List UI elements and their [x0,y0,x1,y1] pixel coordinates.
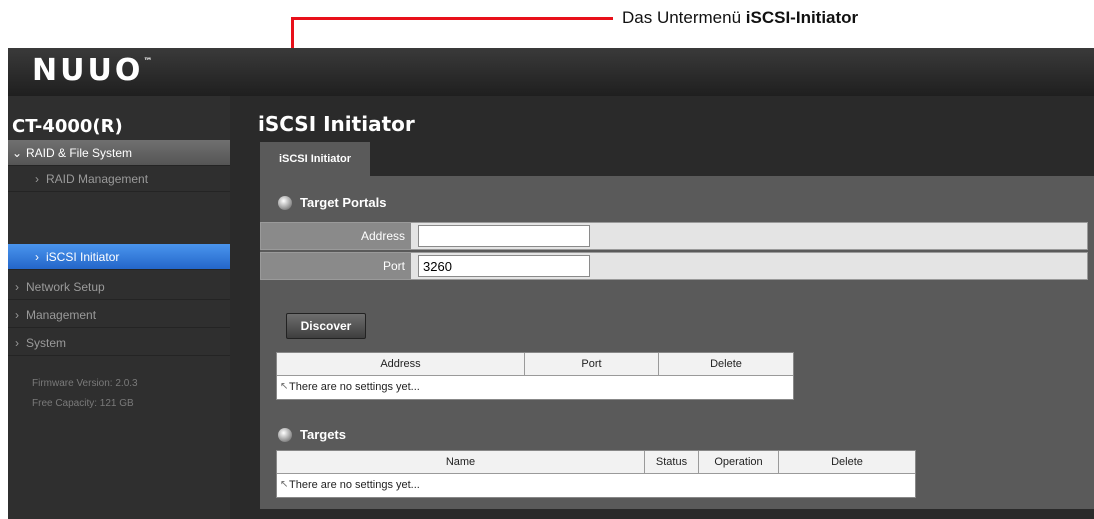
section-bullet-icon [278,427,292,442]
targets-heading-text: Targets [300,427,346,442]
col-status: Status [645,451,699,473]
address-label: Address [261,223,411,249]
logo-text: NUUO [32,53,144,88]
portals-empty-row: ↖ There are no settings yet... [277,376,420,398]
device-name: CT-4000(R) [12,116,123,137]
nas-admin-window: NUUO™ CT-4000(R) ⌄ RAID & File System › RA… [8,48,1094,519]
chevron-right-icon: › [15,308,19,322]
callout-text: Das Untermenü iSCSI-Initiator [622,8,858,28]
targets-table: Name Status Operation Delete ↖ There are … [276,450,916,498]
address-input[interactable] [418,225,590,247]
sidebar-item-system[interactable]: › System [8,330,230,356]
callout-emphasis: iSCSI-Initiator [745,8,859,27]
port-row: Port [260,252,1088,280]
free-capacity: Free Capacity: 121 GB [32,398,134,409]
col-delete: Delete [831,456,863,468]
sidebar-item-label: System [26,336,67,350]
chevron-right-icon: › [35,172,39,186]
sidebar-item-network-setup[interactable]: › Network Setup [8,274,230,300]
address-row: Address [260,222,1088,250]
col-name: Name [277,451,645,473]
sidebar-item-iscsi-initiator[interactable]: › iSCSI Initiator [8,244,230,270]
targets-empty-row: ↖ There are no settings yet... [277,474,420,496]
port-input[interactable] [418,255,590,277]
sidebar-item-label: Network Setup [26,280,105,294]
targets-table-header: Name Status Operation Delete [277,451,915,474]
chevron-right-icon: › [15,280,19,294]
sidebar: CT-4000(R) ⌄ RAID & File System › RAID Man… [8,96,230,519]
chevron-right-icon: › [15,336,19,350]
sidebar-item-label: iSCSI Initiator [46,250,120,264]
sidebar-item-raid-management[interactable]: › RAID Management [8,166,230,192]
callout-line-horizontal [291,17,613,20]
tab-panel: Target Portals Address Port Discover Add… [260,176,1094,509]
nuuo-logo: NUUO™ [32,53,152,88]
targets-heading: Targets [278,426,346,444]
empty-text: There are no settings yet... [289,381,420,393]
row-marker-icon: ↖ [280,381,289,392]
top-bar: NUUO™ [8,48,1094,96]
section-bullet-icon [278,195,292,210]
row-marker-icon: ↖ [280,479,289,490]
portals-table: Address Port Delete ↖ There are no settin… [276,352,794,400]
page-title: iSCSI Initiator [258,112,415,136]
sidebar-item-label: RAID Management [46,172,149,186]
portals-table-header: Address Port Delete [277,353,793,376]
empty-text: There are no settings yet... [289,479,420,491]
col-port: Port [525,353,659,375]
discover-button[interactable]: Discover [286,313,366,339]
target-portals-heading: Target Portals [278,194,386,212]
sidebar-item-management[interactable]: › Management [8,302,230,328]
col-operation: Operation [699,451,779,473]
col-address: Address [277,353,525,375]
port-label: Port [261,253,411,279]
col-delete: Delete [710,358,742,370]
sidebar-item-raid-file-system[interactable]: ⌄ RAID & File System [8,140,230,166]
main-content: iSCSI Initiator iSCSI Initiator Target P… [230,96,1094,519]
sidebar-item-label: Management [26,308,97,322]
sidebar-item-label: RAID & File System [26,146,133,160]
tab-iscsi-initiator[interactable]: iSCSI Initiator [260,142,370,176]
callout-prefix: Das Untermenü [622,8,746,27]
chevron-down-icon: ⌄ [11,146,23,160]
chevron-right-icon: › [35,250,39,264]
trademark-mark: ™ [143,57,153,67]
target-portals-heading-text: Target Portals [300,195,387,210]
firmware-version: Firmware Version: 2.0.3 [32,378,138,389]
